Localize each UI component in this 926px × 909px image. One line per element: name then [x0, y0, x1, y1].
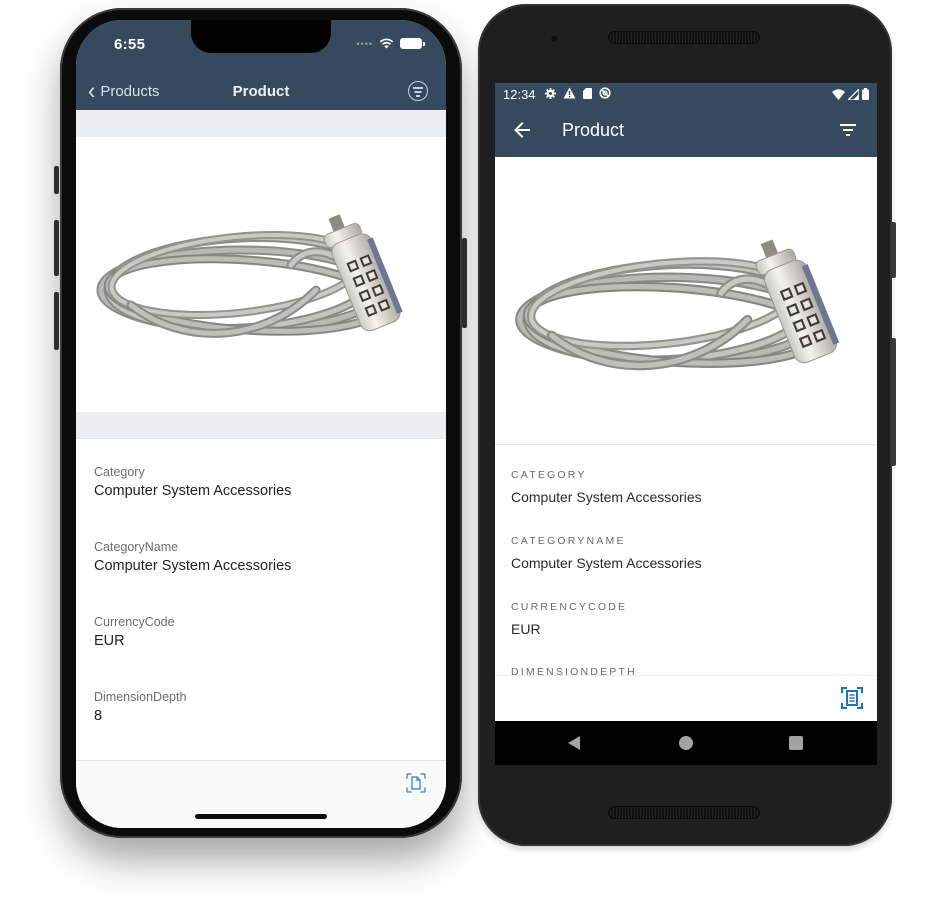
android-app-bar: Product — [495, 107, 877, 157]
property-item: CurrencyCode EUR — [511, 601, 627, 637]
product-image-container — [495, 157, 877, 445]
ios-notch — [191, 20, 331, 53]
section-separator — [76, 412, 446, 439]
wifi-icon — [379, 38, 394, 49]
front-camera — [550, 34, 559, 43]
sync-blocked-icon — [599, 87, 611, 99]
android-device-frame: 12:34 Product CATEGORY Computer System A… — [478, 4, 896, 846]
ios-header: 6:55 •••• ‹ Products Product — [76, 20, 446, 110]
battery-icon — [400, 38, 425, 49]
property-value: EUR — [511, 621, 541, 637]
property-item: CurrencyCode EUR — [94, 615, 175, 649]
android-system-icons — [832, 88, 869, 100]
property-value: Computer System Accessories — [94, 558, 292, 574]
ios-volume-down-button — [54, 292, 59, 350]
earpiece-speaker — [608, 31, 760, 44]
product-image — [86, 195, 426, 365]
sd-card-icon — [583, 87, 592, 99]
property-label: CategoryName — [511, 535, 626, 547]
android-notification-icons — [545, 87, 611, 99]
ios-status-time: 6:55 — [114, 36, 146, 53]
document-scan-icon[interactable] — [406, 773, 426, 793]
ios-device-frame: 6:55 •••• ‹ Products Product Category Co… — [54, 8, 467, 838]
product-image — [503, 219, 865, 399]
ios-volume-up-button — [54, 220, 59, 276]
arrow-back-icon[interactable] — [511, 119, 533, 141]
android-bottom-bar — [495, 675, 877, 721]
ios-bottom-toolbar — [76, 760, 446, 828]
page-title: Product — [232, 83, 290, 100]
property-label: Category — [511, 469, 587, 481]
ios-power-button — [462, 238, 467, 328]
property-value: EUR — [94, 633, 125, 649]
property-value: 8 — [94, 708, 103, 724]
property-item: Category Computer System Accessories — [511, 469, 702, 505]
property-value: Computer System Accessories — [511, 489, 702, 505]
filter-circle-icon[interactable] — [408, 81, 428, 101]
property-item: CategoryName Computer System Accessories — [511, 535, 702, 571]
android-volume-button — [892, 338, 896, 466]
property-label: CurrencyCode — [511, 601, 628, 613]
property-item: CategoryName Computer System Accessories — [94, 540, 291, 574]
property-value: Computer System Accessories — [511, 555, 702, 571]
ios-screen: 6:55 •••• ‹ Products Product Category Co… — [76, 20, 446, 828]
android-status-bar: 12:34 — [495, 83, 877, 107]
ios-mute-switch — [54, 166, 59, 194]
ios-status-icons: •••• — [356, 38, 425, 49]
ios-navigation-bar: ‹ Products Product — [76, 78, 446, 110]
android-power-button — [892, 222, 896, 278]
page-title: Product — [562, 120, 625, 140]
warning-icon — [563, 87, 576, 99]
document-scan-icon[interactable] — [841, 687, 863, 709]
property-label: CategoryName — [94, 540, 179, 554]
property-label: CurrencyCode — [94, 615, 175, 629]
bottom-speaker — [608, 806, 760, 819]
settings-icon — [545, 87, 556, 99]
nav-home-icon[interactable] — [679, 736, 693, 750]
wifi-icon — [832, 88, 845, 100]
android-status-time: 12:34 — [503, 87, 536, 102]
home-indicator[interactable] — [195, 814, 327, 819]
property-item: Category Computer System Accessories — [94, 465, 291, 499]
filter-list-icon[interactable] — [839, 122, 857, 138]
cell-signal-icon — [848, 88, 859, 100]
nav-recents-icon[interactable] — [789, 736, 803, 750]
battery-icon — [862, 88, 869, 100]
android-navigation-bar — [495, 721, 877, 765]
section-separator — [76, 110, 446, 137]
product-image-container — [76, 137, 446, 412]
property-label: Category — [94, 465, 145, 479]
property-item: DimensionDepth 8 — [94, 690, 186, 724]
property-value: Computer System Accessories — [94, 483, 292, 499]
signal-dots-icon: •••• — [356, 38, 373, 49]
property-label: DimensionDepth — [94, 690, 187, 704]
android-screen: 12:34 Product CATEGORY Computer System A… — [495, 83, 877, 765]
nav-back-icon[interactable] — [568, 736, 580, 750]
